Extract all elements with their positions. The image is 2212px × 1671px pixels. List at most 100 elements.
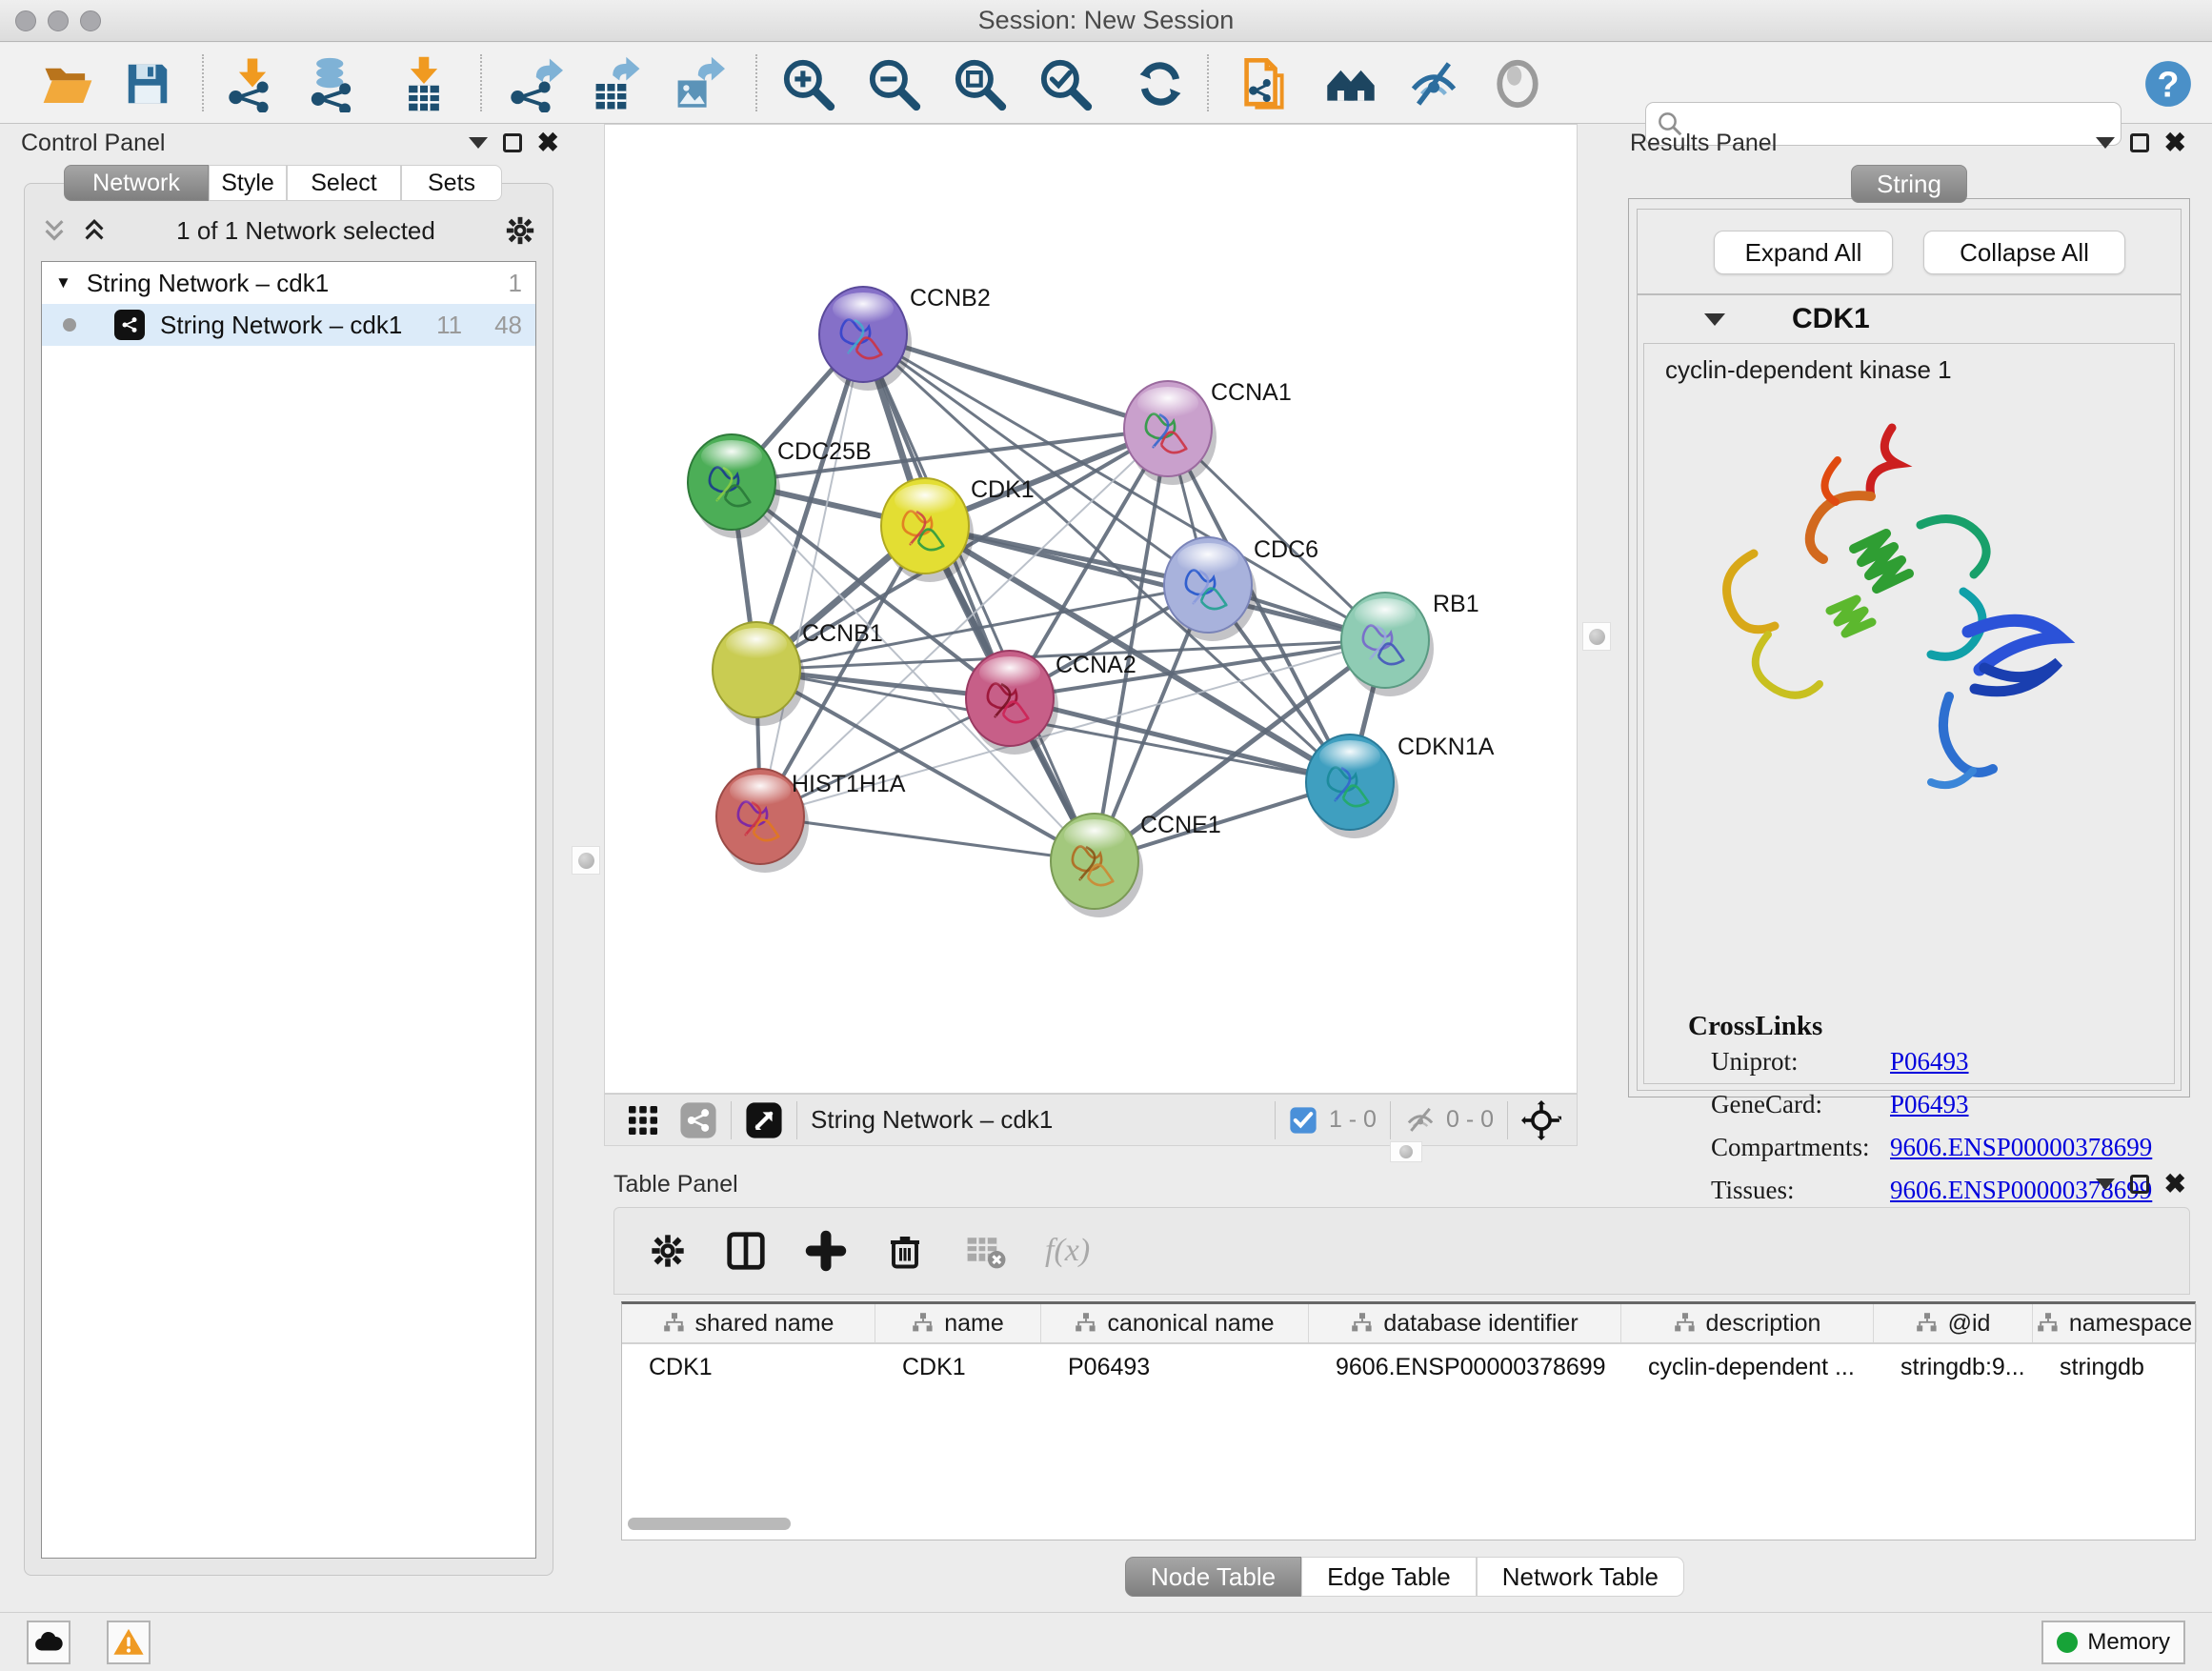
- network-edge[interactable]: [760, 334, 863, 816]
- panel-menu-icon[interactable]: [2096, 1178, 2115, 1190]
- table-row[interactable]: CDK1CDK1P064939606.ENSP00000378699cyclin…: [622, 1344, 2195, 1390]
- table-cell[interactable]: 9606.ENSP00000378699: [1309, 1344, 1621, 1390]
- network-node[interactable]: [1051, 814, 1143, 917]
- network-node[interactable]: [881, 478, 974, 582]
- houses-icon: [1322, 55, 1379, 112]
- close-panel-icon[interactable]: ✖: [2164, 130, 2186, 156]
- tab-select[interactable]: Select: [287, 165, 401, 201]
- float-panel-icon[interactable]: [503, 133, 522, 152]
- apply-layout-button[interactable]: [1129, 52, 1192, 115]
- export-image-button[interactable]: [665, 52, 728, 115]
- table-cell[interactable]: CDK1: [622, 1344, 875, 1390]
- column-header[interactable]: namespace: [2033, 1304, 2197, 1342]
- float-panel-icon[interactable]: [2130, 1175, 2149, 1194]
- hide-glass-button[interactable]: [1402, 52, 1465, 115]
- network-row[interactable]: String Network – cdk1 11 48: [42, 304, 535, 346]
- import-network-database-button[interactable]: [300, 52, 363, 115]
- tab-sets[interactable]: Sets: [401, 165, 502, 201]
- network-canvas[interactable]: CCNB2CCNA1CDC25BCDK1CDC6RB1CCNB1CCNA2CDK…: [604, 124, 1578, 1094]
- column-header[interactable]: canonical name: [1041, 1304, 1309, 1342]
- crosslink-link[interactable]: P06493: [1890, 1090, 1969, 1119]
- expand-all-chevron-icon[interactable]: [81, 217, 108, 244]
- import-table-button[interactable]: [392, 52, 455, 115]
- zoom-window-button[interactable]: [80, 10, 101, 31]
- help-button[interactable]: ?: [2137, 52, 2200, 115]
- center-view-button[interactable]: [1521, 1100, 1561, 1140]
- close-panel-icon[interactable]: ✖: [537, 130, 559, 156]
- open-session-button[interactable]: [36, 52, 99, 115]
- export-table-button[interactable]: [583, 52, 646, 115]
- cloud-button[interactable]: [27, 1621, 70, 1664]
- splitter-handle[interactable]: [1390, 1141, 1422, 1162]
- tab-style[interactable]: Style: [209, 165, 287, 201]
- column-header[interactable]: database identifier: [1309, 1304, 1621, 1342]
- network-node[interactable]: [688, 434, 780, 538]
- column-header-label: description: [1706, 1310, 1821, 1338]
- close-panel-icon[interactable]: ✖: [2164, 1171, 2186, 1198]
- crosslink-link[interactable]: P06493: [1890, 1047, 1969, 1077]
- table-cell[interactable]: P06493: [1041, 1344, 1309, 1390]
- panel-menu-icon[interactable]: [469, 137, 488, 149]
- panel-menu-icon[interactable]: [2096, 137, 2115, 149]
- show-columns-icon[interactable]: [725, 1230, 767, 1272]
- hidden-eye-icon[interactable]: [1404, 1104, 1437, 1137]
- show-glass-button[interactable]: [1486, 52, 1549, 115]
- tab-network-table[interactable]: Network Table: [1477, 1557, 1684, 1597]
- tree-expand-icon[interactable]: ▼: [55, 273, 71, 292]
- column-header[interactable]: shared name: [622, 1304, 875, 1342]
- tab-node-table[interactable]: Node Table: [1125, 1557, 1301, 1597]
- memory-button[interactable]: Memory: [2041, 1621, 2185, 1664]
- main-toolbar: ?: [0, 43, 2212, 124]
- import-network-file-button[interactable]: [221, 52, 284, 115]
- gene-details-box: cyclin-dependent kinase 1: [1643, 343, 2175, 1084]
- table-cell[interactable]: stringdb: [2033, 1344, 2197, 1390]
- network-collection-row[interactable]: ▼ String Network – cdk1 1: [42, 262, 535, 304]
- open-in-window-button[interactable]: [745, 1101, 783, 1139]
- crosslink-link[interactable]: 9606.ENSP00000378699: [1890, 1133, 2152, 1162]
- column-header[interactable]: @id: [1874, 1304, 2033, 1342]
- zoom-fit-button[interactable]: [948, 52, 1011, 115]
- network-options-gear-icon[interactable]: [504, 214, 536, 247]
- close-window-button[interactable]: [15, 10, 36, 31]
- collapse-all-chevron-icon[interactable]: [41, 217, 68, 244]
- zoom-in-button[interactable]: [776, 52, 839, 115]
- network-edge[interactable]: [760, 816, 1095, 861]
- zoom-selected-button[interactable]: [1034, 52, 1096, 115]
- table-cell[interactable]: stringdb:9...: [1874, 1344, 2033, 1390]
- table-options-gear-icon[interactable]: [649, 1232, 687, 1270]
- hierarchy-icon: [1351, 1312, 1374, 1335]
- share-document-button[interactable]: [1234, 52, 1297, 115]
- network-node[interactable]: [966, 651, 1058, 755]
- selected-checkbox[interactable]: [1289, 1106, 1317, 1135]
- column-header[interactable]: name: [875, 1304, 1041, 1342]
- expand-all-button[interactable]: Expand All: [1714, 231, 1893, 274]
- minimize-window-button[interactable]: [48, 10, 69, 31]
- export-network-button[interactable]: [503, 52, 566, 115]
- column-header[interactable]: description: [1621, 1304, 1874, 1342]
- network-node[interactable]: [1341, 593, 1434, 696]
- warning-button[interactable]: [107, 1621, 151, 1664]
- network-node[interactable]: [819, 287, 912, 391]
- save-session-button[interactable]: [116, 52, 179, 115]
- tab-network[interactable]: Network: [64, 165, 209, 201]
- collapse-all-button[interactable]: Collapse All: [1923, 231, 2125, 274]
- float-panel-icon[interactable]: [2130, 133, 2149, 152]
- add-column-icon[interactable]: [805, 1230, 847, 1272]
- zoom-out-button[interactable]: [862, 52, 925, 115]
- tab-edge-table[interactable]: Edge Table: [1301, 1557, 1477, 1597]
- crosslinks-title: CrossLinks: [1688, 1011, 1822, 1042]
- node-label: CDC6: [1254, 536, 1318, 563]
- splitter-handle[interactable]: [1582, 622, 1611, 651]
- share-view-button[interactable]: [679, 1101, 717, 1139]
- tab-string[interactable]: String: [1851, 165, 1967, 203]
- network-node[interactable]: [1306, 735, 1398, 838]
- splitter-handle[interactable]: [572, 846, 600, 875]
- gene-collapse-icon[interactable]: [1704, 313, 1725, 326]
- table-cell[interactable]: CDK1: [875, 1344, 1041, 1390]
- string-home-button[interactable]: [1319, 52, 1382, 115]
- network-node[interactable]: [1124, 381, 1217, 485]
- delete-column-icon[interactable]: [885, 1231, 925, 1271]
- table-cell[interactable]: cyclin-dependent ...: [1621, 1344, 1874, 1390]
- birdseye-grid-button[interactable]: [626, 1103, 660, 1137]
- horizontal-scrollbar[interactable]: [628, 1518, 791, 1530]
